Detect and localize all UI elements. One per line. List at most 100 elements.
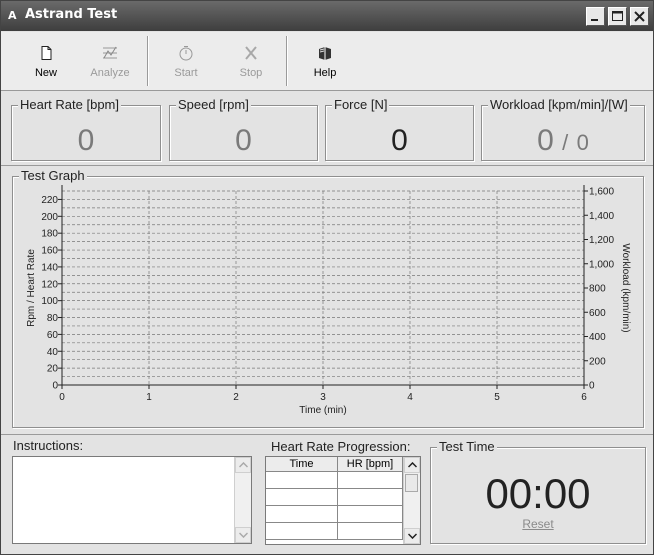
toolbar-separator bbox=[286, 36, 288, 86]
y-tick-label: 80 bbox=[47, 313, 59, 324]
hr-table-scrollbar[interactable] bbox=[403, 457, 420, 544]
y2-axis-label: Workload (kpm/min) bbox=[620, 243, 631, 332]
y2-tick-label: 1,200 bbox=[589, 235, 614, 246]
toolbar-separator bbox=[147, 36, 149, 86]
y-tick-label: 120 bbox=[41, 279, 58, 290]
analyze-button[interactable]: Analyze bbox=[81, 32, 139, 90]
workload-separator: / bbox=[562, 130, 569, 155]
table-row[interactable] bbox=[266, 506, 403, 523]
toolbar: New Analyze Start Stop Help bbox=[1, 32, 653, 91]
y2-tick-label: 1,600 bbox=[589, 187, 614, 198]
scroll-down-button[interactable] bbox=[404, 528, 420, 544]
y2-tick-label: 800 bbox=[589, 284, 606, 295]
help-label: Help bbox=[313, 67, 337, 79]
heart-rate-box: Heart Rate [bpm] 0 bbox=[11, 97, 161, 161]
analyze-icon bbox=[103, 46, 117, 59]
window-title: Astrand Test bbox=[25, 7, 118, 22]
stop-label: Stop bbox=[239, 67, 263, 79]
heart-rate-value: 0 bbox=[77, 124, 95, 157]
new-button[interactable]: New bbox=[17, 32, 75, 90]
reset-link[interactable]: Reset bbox=[431, 517, 645, 531]
stop-button[interactable]: Stop bbox=[222, 32, 280, 90]
speed-box: Speed [rpm] 0 bbox=[169, 97, 318, 161]
title-bar[interactable]: A Astrand Test bbox=[1, 1, 653, 31]
x-axis-label: Time (min) bbox=[299, 405, 346, 416]
maximize-button[interactable] bbox=[608, 7, 627, 26]
instructions-textarea[interactable] bbox=[12, 456, 252, 544]
table-row[interactable] bbox=[266, 523, 403, 540]
y-tick-label: 0 bbox=[52, 381, 58, 392]
hr-progression-table[interactable]: Time HR [bpm] bbox=[265, 456, 421, 545]
table-row[interactable] bbox=[266, 472, 403, 489]
test-time-label: Test Time bbox=[437, 439, 497, 454]
y-tick-label: 220 bbox=[41, 195, 58, 206]
minimize-icon bbox=[591, 19, 598, 21]
x-tick-label: 3 bbox=[320, 392, 326, 403]
stopwatch-icon bbox=[179, 46, 193, 61]
close-button[interactable] bbox=[630, 7, 649, 26]
hr-progression-label: Heart Rate Progression: bbox=[271, 439, 411, 454]
graph-panel: Test Graph 0 20 40 60 80 100 120 140 160 180 200 22… bbox=[1, 166, 653, 435]
y-tick-label: 40 bbox=[47, 347, 59, 358]
x-tick-label: 6 bbox=[581, 392, 587, 403]
table-row[interactable] bbox=[266, 489, 403, 506]
y-tick-label: 20 bbox=[47, 364, 59, 375]
workload-watts-value: 0 bbox=[576, 130, 589, 155]
test-graph-chart: 0204060801001201401601802002200200400600… bbox=[26, 185, 631, 416]
speed-label: Speed [rpm] bbox=[176, 97, 251, 112]
metrics-panel: Heart Rate [bpm] 0 Speed [rpm] 0 Force [… bbox=[1, 91, 653, 166]
chevron-down-icon bbox=[408, 533, 417, 539]
x-tick-label: 4 bbox=[407, 392, 413, 403]
help-button[interactable]: Help bbox=[296, 32, 354, 90]
instructions-scrollbar[interactable] bbox=[234, 457, 251, 543]
workload-box: Workload [kpm/min]/[W] 0 / 0 bbox=[481, 97, 645, 161]
scroll-up-button[interactable] bbox=[404, 457, 420, 473]
force-value: 0 bbox=[391, 124, 408, 157]
y-tick-label: 180 bbox=[41, 229, 58, 240]
x-tick-label: 1 bbox=[146, 392, 152, 403]
new-label: New bbox=[34, 67, 57, 79]
chevron-down-icon bbox=[239, 532, 248, 538]
instructions-label: Instructions: bbox=[13, 438, 84, 453]
scroll-up-button[interactable] bbox=[235, 457, 251, 473]
force-box: Force [N] 0 bbox=[325, 97, 474, 161]
scroll-down-button[interactable] bbox=[235, 527, 251, 543]
test-time-box: Test Time 00:00 Reset bbox=[430, 439, 646, 544]
bottom-panel: Instructions: Heart Rate Progression: Ti… bbox=[1, 435, 653, 554]
analyze-label: Analyze bbox=[90, 67, 130, 79]
y-axis-label: Rpm / Heart Rate bbox=[26, 249, 37, 327]
y-tick-label: 160 bbox=[41, 246, 58, 257]
help-book-icon bbox=[319, 47, 331, 60]
start-label: Start bbox=[174, 67, 198, 79]
chevron-up-icon bbox=[408, 462, 417, 468]
y2-tick-label: 200 bbox=[589, 356, 606, 367]
y2-tick-label: 600 bbox=[589, 308, 606, 319]
column-header-hr[interactable]: HR [bpm] bbox=[338, 457, 403, 472]
maximize-icon bbox=[612, 11, 623, 21]
y-tick-label: 60 bbox=[47, 330, 59, 341]
y-tick-label: 100 bbox=[41, 296, 58, 307]
force-label: Force [N] bbox=[332, 97, 390, 112]
y-tick-label: 140 bbox=[41, 262, 58, 273]
x-tick-label: 5 bbox=[494, 392, 500, 403]
workload-value-row: 0 / 0 bbox=[482, 124, 644, 158]
y2-tick-label: 1,000 bbox=[589, 259, 614, 270]
start-button[interactable]: Start bbox=[157, 32, 215, 90]
minimize-button[interactable] bbox=[586, 7, 605, 26]
scroll-thumb[interactable] bbox=[405, 474, 418, 492]
x-tick-label: 2 bbox=[233, 392, 239, 403]
speed-value: 0 bbox=[235, 124, 252, 157]
column-header-time[interactable]: Time bbox=[266, 457, 338, 472]
stop-x-icon bbox=[245, 46, 257, 60]
test-time-value: 00:00 bbox=[485, 470, 591, 517]
app-icon: A bbox=[8, 9, 17, 22]
y2-tick-label: 0 bbox=[589, 381, 595, 392]
new-document-icon bbox=[41, 46, 52, 60]
close-icon bbox=[634, 11, 645, 22]
workload-kpm-value: 0 bbox=[537, 124, 554, 157]
x-tick-label: 0 bbox=[59, 392, 65, 403]
y2-tick-label: 400 bbox=[589, 332, 606, 343]
chevron-up-icon bbox=[239, 462, 248, 468]
y-tick-label: 200 bbox=[41, 212, 58, 223]
y2-tick-label: 1,400 bbox=[589, 211, 614, 222]
